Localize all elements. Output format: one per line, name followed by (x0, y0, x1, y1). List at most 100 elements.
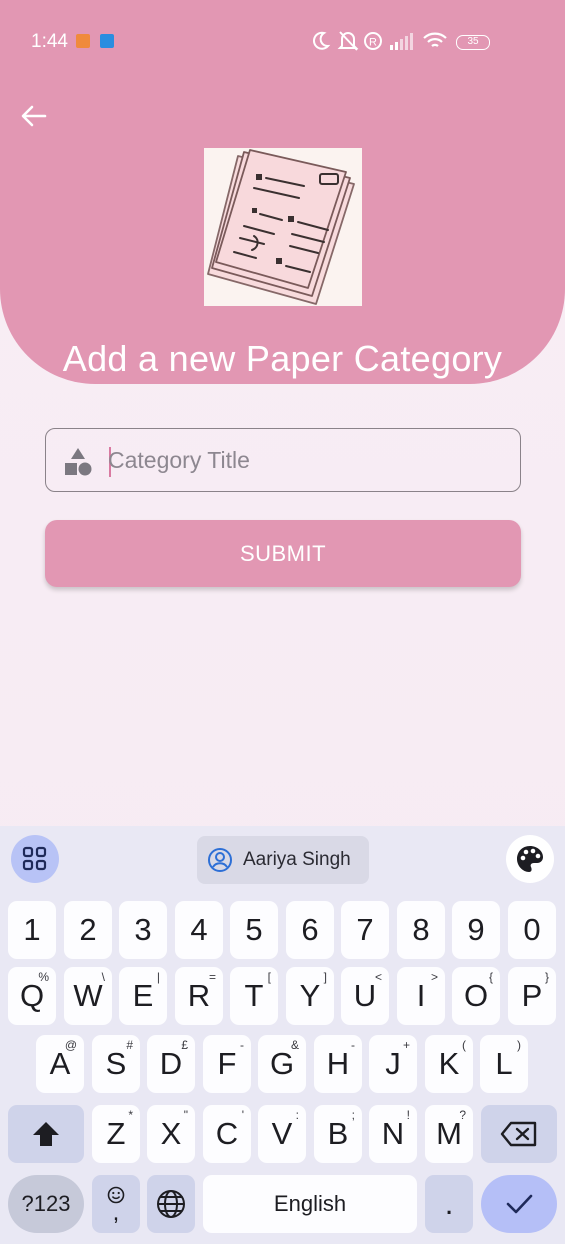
language-key[interactable] (147, 1175, 195, 1233)
key-v[interactable]: V: (258, 1105, 306, 1163)
backspace-key[interactable] (481, 1105, 557, 1163)
key-label: H (326, 1046, 350, 1081)
period-key[interactable]: . (425, 1175, 473, 1233)
backspace-icon (500, 1121, 537, 1147)
category-title-input[interactable] (108, 437, 508, 483)
key-y[interactable]: Y] (286, 967, 334, 1025)
key-2[interactable]: 2 (64, 901, 112, 959)
key-c[interactable]: C ' (203, 1105, 251, 1163)
key-u[interactable]: U < (341, 967, 389, 1025)
key-d[interactable]: D £ (147, 1035, 195, 1093)
status-time: 1:44 (31, 31, 68, 52)
key-t[interactable]: T[ (230, 967, 278, 1025)
papers-illustration (204, 148, 362, 306)
key-m[interactable]: M? (425, 1105, 473, 1163)
key-hint: ; (351, 1108, 355, 1122)
keyboard-apps-button[interactable] (11, 835, 59, 883)
key-9[interactable]: 9 (452, 901, 500, 959)
key-r[interactable]: R = (175, 967, 223, 1025)
bell-off-icon (337, 31, 359, 51)
key-hint: ] (323, 970, 327, 984)
space-key[interactable]: English (203, 1175, 417, 1233)
key-label: I (416, 978, 426, 1013)
contact-suggestion[interactable]: Aariya Singh (197, 836, 369, 884)
enter-key[interactable] (481, 1175, 557, 1233)
key-x[interactable]: X " (147, 1105, 195, 1163)
key-label: L (495, 1046, 513, 1081)
moon-icon (313, 31, 331, 50)
key-z[interactable]: Z * (92, 1105, 140, 1163)
emoji-comma-key[interactable]: , (92, 1175, 140, 1233)
key-w[interactable]: W \ (64, 967, 112, 1025)
notification-icon-video (76, 34, 90, 48)
key-7[interactable]: 7 (341, 901, 389, 959)
key-label: O (463, 978, 489, 1013)
key-hint: : (295, 1108, 299, 1122)
key-8[interactable]: 8 (397, 901, 445, 959)
key-label: D (159, 1046, 183, 1081)
key-q[interactable]: Q% (8, 967, 56, 1025)
key-hint: [ (267, 970, 271, 984)
keyboard-row-a: A @ S # D £ F- G & H- J + K( L) (0, 1035, 565, 1093)
keyboard-toolbar: Aariya Singh (0, 826, 565, 894)
key-hint: ? (459, 1108, 466, 1122)
key-6[interactable]: 6 (286, 901, 334, 959)
key-s[interactable]: S # (92, 1035, 140, 1093)
key-label: T (244, 978, 264, 1013)
key-label: K (438, 1046, 460, 1081)
globe-icon (157, 1190, 185, 1218)
key-hint: # (126, 1038, 133, 1052)
key-label: V (271, 1116, 293, 1151)
key-k[interactable]: K( (425, 1035, 473, 1093)
key-label: Z (106, 1116, 126, 1151)
key-e[interactable]: E | (119, 967, 167, 1025)
key-p[interactable]: P} (508, 967, 556, 1025)
keyboard-theme-button[interactable] (506, 835, 554, 883)
key-label: E (132, 978, 154, 1013)
grid-icon (22, 846, 47, 871)
key-3[interactable]: 3 (119, 901, 167, 959)
key-n[interactable]: N! (369, 1105, 417, 1163)
key-label: B (327, 1116, 349, 1151)
key-l[interactable]: L) (480, 1035, 528, 1093)
key-hint: % (38, 970, 49, 984)
back-button[interactable] (18, 100, 50, 132)
key-label: R (187, 978, 211, 1013)
wifi-icon (423, 32, 447, 47)
keyboard-row-z: Z * X " C ' V: B; N! M? (0, 1105, 565, 1163)
key-label: M (436, 1116, 462, 1151)
key-j[interactable]: J + (369, 1035, 417, 1093)
key-label: U (353, 978, 377, 1013)
registered-icon: R (364, 32, 382, 50)
shift-icon (33, 1122, 59, 1146)
shift-key[interactable] (8, 1105, 84, 1163)
symbols-key[interactable]: ?123 (8, 1175, 84, 1233)
key-1[interactable]: 1 (8, 901, 56, 959)
key-g[interactable]: G & (258, 1035, 306, 1093)
suggestion-text: Aariya Singh (243, 849, 351, 870)
key-0[interactable]: 0 (508, 901, 556, 959)
key-i[interactable]: I > (397, 967, 445, 1025)
comma-label: , (112, 1199, 120, 1226)
key-o[interactable]: O{ (452, 967, 500, 1025)
notification-icon-app (100, 34, 114, 48)
key-b[interactable]: B; (314, 1105, 362, 1163)
submit-button[interactable]: SUBMIT (45, 520, 521, 587)
key-hint: + (402, 1038, 410, 1052)
key-label: N (381, 1116, 405, 1151)
key-a[interactable]: A @ (36, 1035, 84, 1093)
category-title-field[interactable] (45, 428, 521, 492)
key-hint: * (128, 1108, 133, 1122)
key-hint: ) (517, 1038, 521, 1052)
key-5[interactable]: 5 (230, 901, 278, 959)
key-hint: \ (101, 970, 105, 984)
key-hint: < (374, 970, 382, 984)
key-hint: £ (181, 1038, 188, 1052)
key-h[interactable]: H- (314, 1035, 362, 1093)
key-hint: = (208, 970, 216, 984)
key-f[interactable]: F- (203, 1035, 251, 1093)
soft-keyboard: Aariya Singh 1 2 3 4 5 6 7 8 9 0 Q % W \… (0, 826, 565, 1244)
signal-icon (390, 33, 413, 50)
key-hint: - (240, 1038, 244, 1052)
key-4[interactable]: 4 (175, 901, 223, 959)
